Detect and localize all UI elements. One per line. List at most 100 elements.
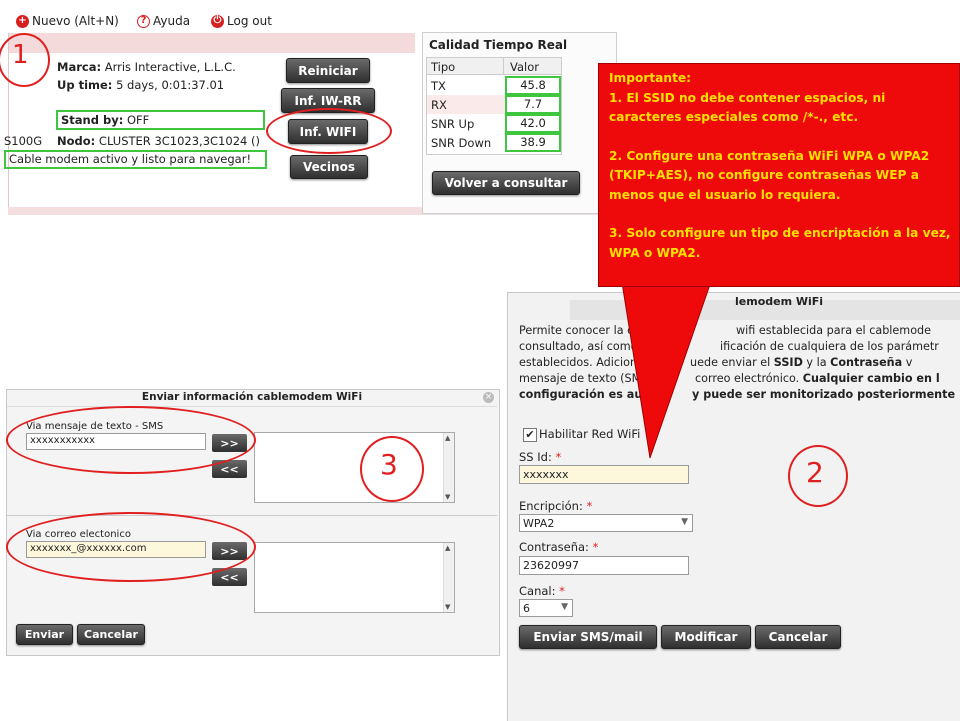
power-icon: ⏻ <box>211 14 224 28</box>
realtime-table: Tipo Valor TX 45.8 RX 7.7 SNR Up 42.0 SN… <box>426 57 562 155</box>
desc-text: ificación de cualquiera de los parámetr <box>720 340 939 353</box>
contrasena-word: Contraseña <box>830 356 903 369</box>
enviar-sms-mail-button[interactable]: Enviar SMS/mail <box>519 625 657 649</box>
canal-label-row: Canal: * <box>519 584 565 598</box>
row-valor: 38.9 <box>505 133 561 152</box>
callout-point-3: 3. Solo configure un tipo de encriptació… <box>609 226 951 260</box>
standby-value: OFF <box>126 113 150 127</box>
uptime-row: Up time: 5 days, 0:01:37.01 <box>57 78 224 92</box>
chevron-down-icon: ▼ <box>681 517 688 527</box>
scrollbar[interactable]: ▲ ▼ <box>443 543 454 612</box>
ayuda-label: Ayuda <box>153 14 191 28</box>
enc-value: WPA2 <box>523 517 555 530</box>
row-valor: 42.0 <box>505 114 561 133</box>
callout-text: Importante: 1. El SSID no debe contener … <box>609 69 957 263</box>
nodo-label: Nodo: <box>57 134 96 148</box>
nuevo-link[interactable]: + Nuevo (Alt+N) <box>16 14 119 28</box>
enc-label: Encripción: <box>519 499 583 513</box>
marca-label: Marca: <box>57 60 102 74</box>
sms-highlight <box>6 406 256 474</box>
table-row: SNR Down 38.9 <box>427 133 561 152</box>
callout-point-2: 2. Configure una contraseña WiFi WPA o W… <box>609 148 930 202</box>
divider <box>7 406 497 407</box>
ssid-word: SSID <box>773 356 803 369</box>
modificar-button[interactable]: Modificar <box>661 625 751 649</box>
logout-link[interactable]: ⏻ Log out <box>211 14 272 28</box>
ayuda-link[interactable]: ? Ayuda <box>137 14 190 28</box>
scrollbar[interactable]: ▲ ▼ <box>443 433 454 502</box>
background-ghost <box>708 513 960 543</box>
realtime-table-header: Tipo Valor <box>427 58 561 75</box>
send-dialog-title: Enviar información cablemodem WiFi <box>141 391 363 403</box>
mail-recipients-list[interactable]: ▲ ▼ <box>254 542 455 613</box>
row-valor: 45.8 <box>505 76 561 95</box>
nuevo-label: Nuevo (Alt+N) <box>32 14 119 28</box>
row-tipo: SNR Up <box>431 117 475 131</box>
standby-row: Stand by: OFF <box>56 110 265 130</box>
habilitar-checkbox[interactable]: ✔ <box>523 428 537 442</box>
nodo-row: Nodo: CLUSTER 3C1023,3C1024 () <box>57 134 260 148</box>
enviar-button[interactable]: Enviar <box>16 624 73 645</box>
marca-value: Arris Interactive, L.L.C. <box>104 60 236 74</box>
col-valor: Valor <box>510 60 539 74</box>
sms-recipients-list[interactable]: ▲ ▼ <box>254 432 455 503</box>
plus-icon: + <box>16 14 29 28</box>
chevron-down-icon: ▼ <box>561 602 568 612</box>
annotation-number-1: 1 <box>12 40 29 70</box>
cancelar-wifi-button[interactable]: Cancelar <box>755 625 841 649</box>
help-icon: ? <box>137 14 150 28</box>
panel-header-strip <box>8 33 415 53</box>
canal-value: 6 <box>523 602 530 615</box>
volver-consultar-button[interactable]: Volver a consultar <box>432 171 580 195</box>
pass-label: Contraseña: <box>519 540 589 554</box>
canal-label: Canal: <box>519 584 556 598</box>
realtime-title: Calidad Tiempo Real <box>429 38 568 52</box>
ssid-input[interactable]: xxxxxxx <box>519 465 689 484</box>
row-valor: 7.7 <box>505 95 561 114</box>
enc-label-row: Encripción: * <box>519 499 592 513</box>
vecinos-button[interactable]: Vecinos <box>290 155 368 179</box>
reiniciar-button[interactable]: Reiniciar <box>286 58 370 83</box>
col-tipo: Tipo <box>431 60 456 74</box>
required-mark: * <box>555 450 562 464</box>
ssid-label-row: SS Id: * <box>519 450 561 464</box>
callout-point-1: 1. El SSID no debe contener espacios, ni… <box>609 90 886 125</box>
wifi-button-highlight <box>266 108 392 154</box>
important-callout: Importante: 1. El SSID no debe contener … <box>598 63 960 287</box>
row-tipo: TX <box>431 79 446 93</box>
desc-text: wifi establecida para el cablemode <box>736 324 932 337</box>
table-row: TX 45.8 <box>427 76 561 95</box>
password-input[interactable]: 23620997 <box>519 556 689 575</box>
desc-frag: v <box>905 356 913 369</box>
annotation-number-2: 2 <box>806 456 824 489</box>
table-row: RX 7.7 <box>427 95 561 114</box>
required-mark: * <box>559 584 565 598</box>
mail-highlight <box>6 512 256 582</box>
annotation-number-3: 3 <box>380 448 398 481</box>
logout-label: Log out <box>227 14 272 28</box>
uptime-value: 5 days, 0:01:37.01 <box>116 78 225 92</box>
desc-frag: y la <box>806 356 827 369</box>
close-icon[interactable]: × <box>483 392 494 403</box>
wifi-dialog-title-right: lemodem WiFi <box>735 295 824 308</box>
uptime-label: Up time: <box>57 78 113 92</box>
row-tipo: RX <box>431 98 447 112</box>
marca-row: Marca: Arris Interactive, L.L.C. <box>57 60 236 74</box>
required-mark: * <box>586 499 593 513</box>
model-fragment: S100G <box>4 134 43 148</box>
cambio-word: Cualquier cambio en l <box>802 372 940 385</box>
cancelar-button[interactable]: Cancelar <box>77 624 145 645</box>
ssid-label: SS Id: <box>519 450 552 464</box>
encription-select[interactable]: WPA2 ▼ <box>519 514 693 532</box>
required-mark: * <box>592 540 599 554</box>
modem-status-text: Cable modem activo y listo para navegar! <box>4 150 267 169</box>
canal-select[interactable]: 6 ▼ <box>519 599 573 617</box>
nodo-value: CLUSTER 3C1023,3C1024 () <box>98 134 260 148</box>
standby-label: Stand by: <box>61 113 124 127</box>
callout-title: Importante: <box>609 71 692 85</box>
row-tipo: SNR Down <box>431 136 492 150</box>
top-toolbar: + Nuevo (Alt+N) ? Ayuda ⏻ Log out <box>10 12 622 32</box>
pass-label-row: Contraseña: * <box>519 540 598 554</box>
